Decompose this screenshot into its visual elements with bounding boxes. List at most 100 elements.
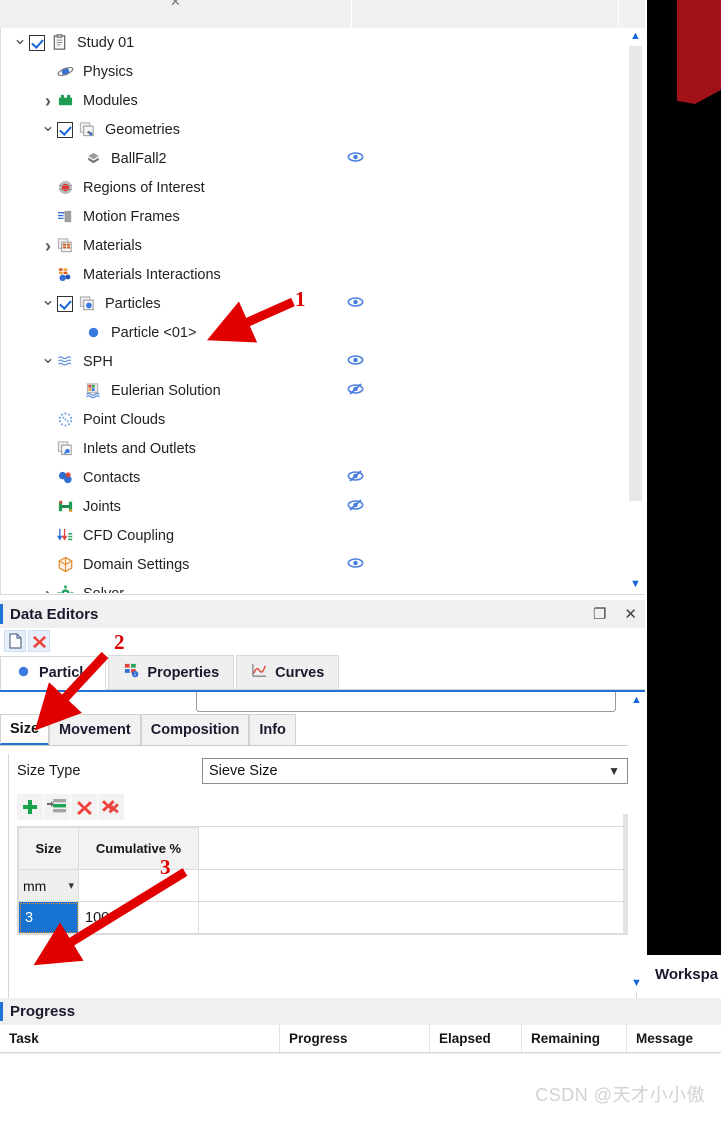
point-cloud-icon	[58, 411, 73, 427]
grid-toolbar	[9, 788, 636, 820]
physics-orbit-icon	[57, 63, 75, 81]
tree-item-cfd-coupling[interactable]: CFD Coupling	[1, 521, 619, 550]
eye-visible-icon[interactable]	[347, 293, 364, 314]
tree-vertical-scrollbar[interactable]: ▲ ▼	[627, 28, 644, 593]
particles-icon	[79, 295, 97, 313]
progress-header-elapsed[interactable]: Elapsed	[430, 1025, 522, 1052]
subtab-movement[interactable]: Movement	[49, 714, 141, 745]
unit-select[interactable]: mm ▾	[18, 869, 79, 902]
close-icon[interactable]: ✕	[170, 0, 181, 10]
tree-item-particle-01[interactable]: Particle <01>	[1, 318, 619, 347]
eye-visible-icon[interactable]	[347, 148, 364, 169]
progress-header-task[interactable]: Task	[0, 1025, 280, 1052]
tree-item-eulerian-solution[interactable]: Eulerian Solution	[1, 376, 619, 405]
progress-header-progress[interactable]: Progress	[280, 1025, 430, 1052]
tree-item-particles[interactable]: Particles	[1, 289, 619, 318]
tree-item-label: Modules	[83, 92, 138, 109]
tree-item-checkbox[interactable]	[57, 295, 73, 312]
tree-item-label: Solver	[81, 586, 124, 594]
chevron-right-icon[interactable]	[39, 237, 57, 255]
eye-visible-icon[interactable]	[347, 351, 364, 372]
tree-item-sph[interactable]: SPH	[1, 347, 619, 376]
eulerian-solution-icon	[85, 382, 103, 400]
tree-item-modules[interactable]: Modules	[1, 86, 619, 115]
add-row-button[interactable]	[17, 794, 43, 820]
tab-properties[interactable]: i Properties	[108, 655, 235, 689]
subtab-info[interactable]: Info	[249, 714, 296, 745]
new-document-button[interactable]	[4, 630, 26, 652]
tree-item-inlets-and-outlets[interactable]: Inlets and Outlets	[1, 434, 619, 463]
chevron-right-icon[interactable]	[39, 92, 57, 110]
top-tabstrip: ✕	[0, 0, 645, 28]
delete-button[interactable]	[28, 630, 50, 652]
scroll-up-arrow-icon[interactable]: ▲	[628, 692, 645, 709]
3d-viewport[interactable]	[647, 0, 721, 955]
delete-row-button[interactable]	[71, 794, 97, 820]
scroll-down-arrow-icon[interactable]: ▼	[628, 975, 645, 992]
size-type-select[interactable]: Sieve Size ▼	[202, 758, 628, 784]
data-editors-vertical-scrollbar[interactable]: ▲ ▼	[628, 692, 645, 992]
chevron-down-icon[interactable]	[39, 353, 57, 370]
tree-item-point-clouds[interactable]: Point Clouds	[1, 405, 619, 434]
chevron-down-icon[interactable]	[39, 295, 57, 312]
geometry-object-icon	[85, 150, 103, 168]
tree-item-label: Joints	[83, 498, 121, 515]
tabstrip-segment-right[interactable]	[352, 0, 619, 27]
tree-item-ballfall2[interactable]: BallFall2	[1, 144, 619, 173]
cell-cumulative[interactable]: 100	[78, 901, 199, 934]
insert-row-button[interactable]	[44, 794, 70, 820]
tree-item-label: Regions of Interest	[83, 179, 205, 196]
sph-waves-icon	[58, 355, 72, 366]
size-grid[interactable]: Size Cumulative % mm ▾ 3 100	[17, 826, 628, 935]
eye-visible-icon	[347, 557, 364, 568]
scroll-down-arrow-icon[interactable]: ▼	[627, 576, 644, 593]
tree-item-checkbox[interactable]	[57, 121, 73, 138]
tree-item-geometries[interactable]: Geometries	[1, 115, 619, 144]
delete-all-rows-button[interactable]	[98, 794, 124, 820]
tabstrip-segment-left[interactable]: ✕	[0, 0, 352, 27]
tree-item-domain-settings[interactable]: Domain Settings	[1, 550, 619, 579]
grid-header-size[interactable]: Size	[18, 827, 79, 870]
subtab-composition[interactable]: Composition	[140, 714, 250, 745]
eye-hidden-icon[interactable]	[347, 496, 364, 517]
model-tree[interactable]: Study 01 Physics Modules Geometries BallFall…	[1, 28, 619, 593]
tree-item-joints[interactable]: Joints	[1, 492, 619, 521]
tree-item-checkbox[interactable]	[29, 34, 45, 51]
chevron-right-icon[interactable]	[39, 585, 57, 594]
close-icon[interactable]: ✕	[624, 607, 637, 622]
tab-curves[interactable]: Curves	[236, 655, 340, 689]
tree-scroll-thumb[interactable]	[629, 46, 642, 501]
chevron-down-icon[interactable]	[39, 121, 57, 138]
chevron-down-icon[interactable]	[11, 34, 29, 51]
tree-item-study-01[interactable]: Study 01	[1, 28, 619, 57]
size-section-tabs[interactable]: Size Movement Composition Info	[0, 714, 645, 746]
tree-item-contacts[interactable]: Contacts	[1, 463, 619, 492]
tree-item-solver[interactable]: Solver	[1, 579, 619, 593]
unit-value: mm	[23, 877, 47, 894]
tree-item-physics[interactable]: Physics	[1, 57, 619, 86]
eye-visible-icon[interactable]	[347, 554, 364, 575]
eye-hidden-icon	[347, 382, 364, 395]
cell-size[interactable]: 3	[18, 901, 79, 934]
eye-hidden-icon[interactable]	[347, 380, 364, 401]
tab-particle[interactable]: Particle	[0, 656, 107, 690]
tree-item-materials[interactable]: Materials	[1, 231, 619, 260]
progress-titlebar: Progress	[0, 998, 721, 1025]
progress-header-message[interactable]: Message	[627, 1025, 721, 1052]
progress-header-remaining[interactable]: Remaining	[522, 1025, 627, 1052]
data-editors-tabs[interactable]: Particle i Properties Curves	[0, 654, 645, 690]
geometry-object-icon	[88, 152, 99, 163]
collapsed-field[interactable]	[196, 692, 616, 712]
tree-item-motion-frames[interactable]: Motion Frames	[1, 202, 619, 231]
restore-window-icon[interactable]: ❐	[593, 607, 606, 622]
eye-visible-icon	[347, 354, 364, 365]
eulerian-solution-icon	[86, 382, 100, 398]
tree-item-regions-of-interest[interactable]: Regions of Interest	[1, 173, 619, 202]
scroll-up-arrow-icon[interactable]: ▲	[627, 28, 644, 45]
table-row[interactable]: 3 100	[18, 901, 627, 934]
grid-header-cumulative[interactable]: Cumulative %	[78, 827, 199, 870]
eye-hidden-icon[interactable]	[347, 467, 364, 488]
subtab-size[interactable]: Size	[0, 714, 50, 745]
tree-item-materials-interactions[interactable]: Materials Interactions	[1, 260, 619, 289]
unit-row-cumulative-cell[interactable]	[78, 869, 199, 902]
